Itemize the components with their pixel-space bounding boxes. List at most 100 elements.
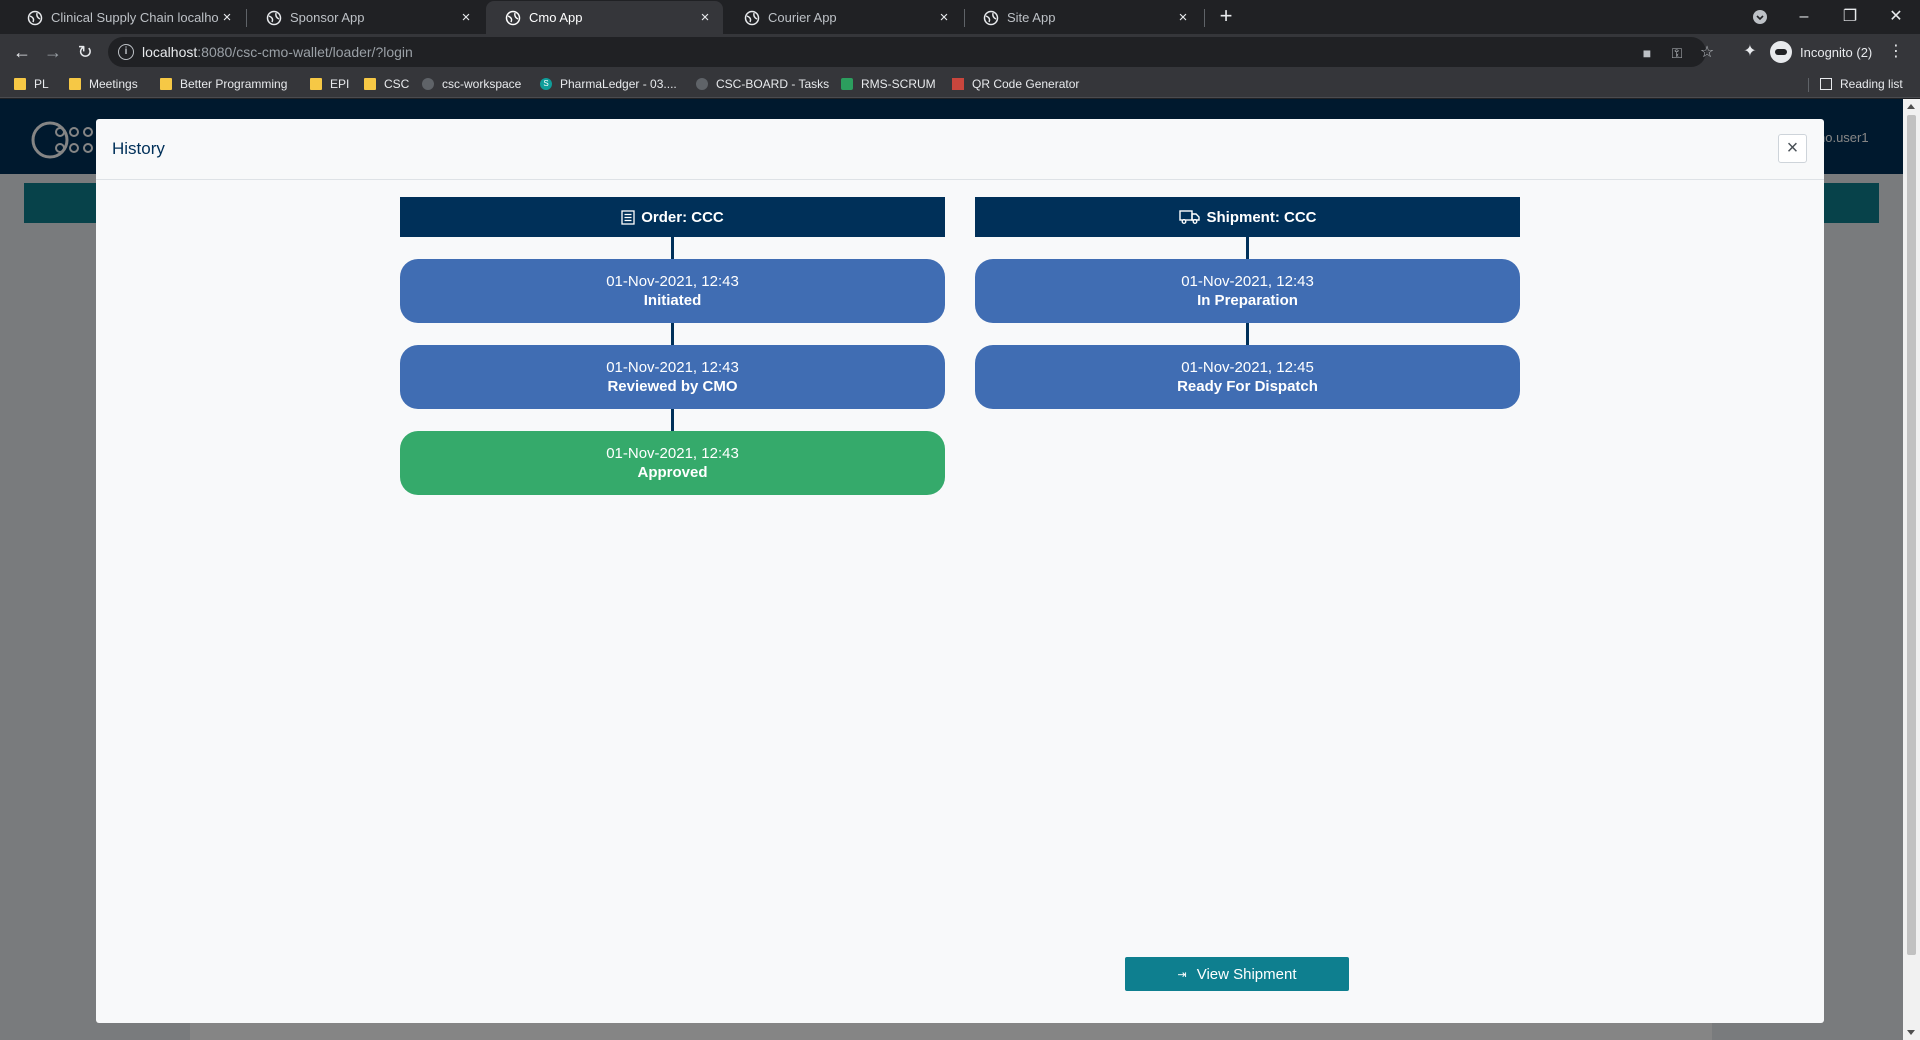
shipment-history-column: Shipment: CCC 01-Nov-2021, 12:43 In Prep… (975, 197, 1520, 409)
history-modal: History × Order: CCC 01-Nov-2021, 12:43 … (96, 119, 1824, 1023)
bookmark-label: RMS-SCRUM (861, 77, 936, 91)
minimize-button[interactable]: – (1784, 4, 1824, 30)
scrollbar-thumb[interactable] (1907, 115, 1916, 955)
bookmark-epi[interactable]: EPI (310, 74, 349, 94)
truck-icon (1178, 210, 1200, 224)
sharepoint-icon: S (540, 78, 552, 90)
tab-site-app[interactable]: Site App × (964, 1, 1201, 34)
bookmark-label: Better Programming (180, 77, 288, 91)
key-icon[interactable]: ⚿ (1668, 44, 1686, 62)
tab-courier-app[interactable]: Courier App × (725, 1, 962, 34)
scroll-down-icon[interactable] (1907, 1030, 1915, 1035)
jira-icon (841, 78, 853, 90)
event-status: Approved (637, 464, 708, 481)
bookmark-csc[interactable]: CSC (364, 74, 409, 94)
address-bar[interactable]: i localhost:8080/csc-cmo-wallet/loader/?… (108, 37, 1714, 67)
bookmark-label: CSC (384, 77, 410, 91)
close-icon[interactable]: × (936, 9, 952, 26)
folder-icon (69, 78, 81, 90)
bookmark-label: Meetings (89, 77, 138, 91)
reading-list-icon (1820, 78, 1832, 90)
tab-clinical-supply-chain[interactable]: Clinical Supply Chain localhost × (8, 1, 245, 34)
close-window-button[interactable]: ✕ (1876, 4, 1916, 30)
timeline-connector (671, 237, 674, 259)
event-date: 01-Nov-2021, 12:43 (606, 359, 739, 376)
info-icon[interactable]: i (118, 44, 134, 60)
url-host: localhost (142, 44, 198, 60)
order-list-icon (621, 209, 635, 225)
close-icon[interactable]: × (697, 9, 713, 26)
tab-title: Clinical Supply Chain localhost (51, 10, 219, 25)
bookmark-pl[interactable]: PL (14, 74, 49, 94)
tab-search-icon[interactable] (1740, 4, 1780, 30)
sign-in-icon: ⇥ (1177, 968, 1187, 981)
restore-button[interactable]: ❐ (1830, 4, 1870, 30)
event-date: 01-Nov-2021, 12:45 (1181, 359, 1314, 376)
bookmark-better-programming[interactable]: Better Programming (160, 74, 287, 94)
bookmarks-bar: PL Meetings Better Programming EPI CSC c… (0, 70, 1920, 98)
event-status: In Preparation (1197, 292, 1298, 309)
github-icon (422, 78, 434, 90)
extensions-icon[interactable]: ✦ (1738, 40, 1762, 64)
event-date: 01-Nov-2021, 12:43 (606, 445, 739, 462)
shipment-header: Shipment: CCC (975, 197, 1520, 237)
close-icon[interactable]: × (458, 9, 474, 26)
modal-header: History × (96, 119, 1824, 180)
bookmark-label: PharmaLedger - 03.... (560, 77, 677, 91)
shipment-header-label: Shipment: CCC (1206, 208, 1317, 226)
bookmark-meetings[interactable]: Meetings (69, 74, 138, 94)
bookmark-rms-scrum[interactable]: RMS-SCRUM (841, 74, 936, 94)
view-shipment-label: View Shipment (1196, 965, 1297, 983)
bookmark-qr-code-generator[interactable]: QR Code Generator (952, 74, 1079, 94)
globe-icon (266, 10, 282, 25)
camera-icon[interactable]: ■ (1638, 44, 1656, 62)
shipment-event-ready-for-dispatch: 01-Nov-2021, 12:45 Ready For Dispatch (975, 345, 1520, 409)
forward-arrow-icon[interactable]: → (41, 40, 65, 64)
profile-button[interactable]: Incognito (2) (1770, 39, 1872, 65)
event-status: Initiated (643, 292, 702, 309)
timeline-connector (671, 409, 674, 431)
event-date: 01-Nov-2021, 12:43 (1181, 273, 1314, 290)
menu-icon[interactable]: ⋮ (1884, 40, 1908, 64)
browser-toolbar: ← → ↻ i localhost:8080/csc-cmo-wallet/lo… (0, 34, 1920, 70)
url-path: :8080/csc-cmo-wallet/loader/?login (197, 44, 413, 60)
url-text[interactable]: localhost:8080/csc-cmo-wallet/loader/?lo… (142, 44, 413, 60)
tab-sponsor-app[interactable]: Sponsor App × (247, 1, 484, 34)
bookmark-pharmaledger[interactable]: S PharmaLedger - 03.... (540, 74, 677, 94)
order-event-approved: 01-Nov-2021, 12:43 Approved (400, 431, 945, 495)
tab-cmo-app[interactable]: Cmo App × (486, 1, 723, 34)
timeline-connector (1246, 323, 1249, 345)
reading-list-label: Reading list (1840, 77, 1903, 91)
new-tab-button[interactable]: + (1214, 5, 1238, 29)
view-shipment-button[interactable]: ⇥ View Shipment (1125, 957, 1349, 991)
folder-icon (160, 78, 172, 90)
globe-icon (505, 10, 521, 25)
qr-icon (952, 78, 964, 90)
bookmark-csc-board[interactable]: CSC-BOARD - Tasks (696, 74, 829, 94)
incognito-icon (1770, 41, 1792, 63)
folder-icon (14, 78, 26, 90)
github-icon (696, 78, 708, 90)
order-header: Order: CCC (400, 197, 945, 237)
tab-title: Courier App (768, 10, 837, 25)
folder-icon (364, 78, 376, 90)
star-icon[interactable]: ☆ (1698, 44, 1716, 62)
timeline-connector (1246, 237, 1249, 259)
close-button[interactable]: × (1778, 134, 1807, 163)
globe-icon (983, 10, 999, 25)
close-icon[interactable]: × (219, 9, 235, 26)
bookmark-label: QR Code Generator (972, 77, 1080, 91)
bookmark-csc-workspace[interactable]: csc-workspace (422, 74, 521, 94)
back-arrow-icon[interactable]: ← (10, 40, 34, 64)
folder-icon (310, 78, 322, 90)
reload-icon[interactable]: ↻ (73, 40, 97, 64)
close-icon[interactable]: × (1175, 9, 1191, 26)
order-event-reviewed: 01-Nov-2021, 12:43 Reviewed by CMO (400, 345, 945, 409)
bookmarks-divider (1808, 78, 1809, 92)
page-scrollbar[interactable] (1903, 99, 1920, 1040)
reading-list-button[interactable]: Reading list (1820, 74, 1903, 94)
tab-title: Cmo App (529, 10, 583, 25)
tab-title: Site App (1007, 10, 1056, 25)
event-status: Reviewed by CMO (607, 378, 738, 395)
scroll-up-icon[interactable] (1907, 104, 1915, 109)
